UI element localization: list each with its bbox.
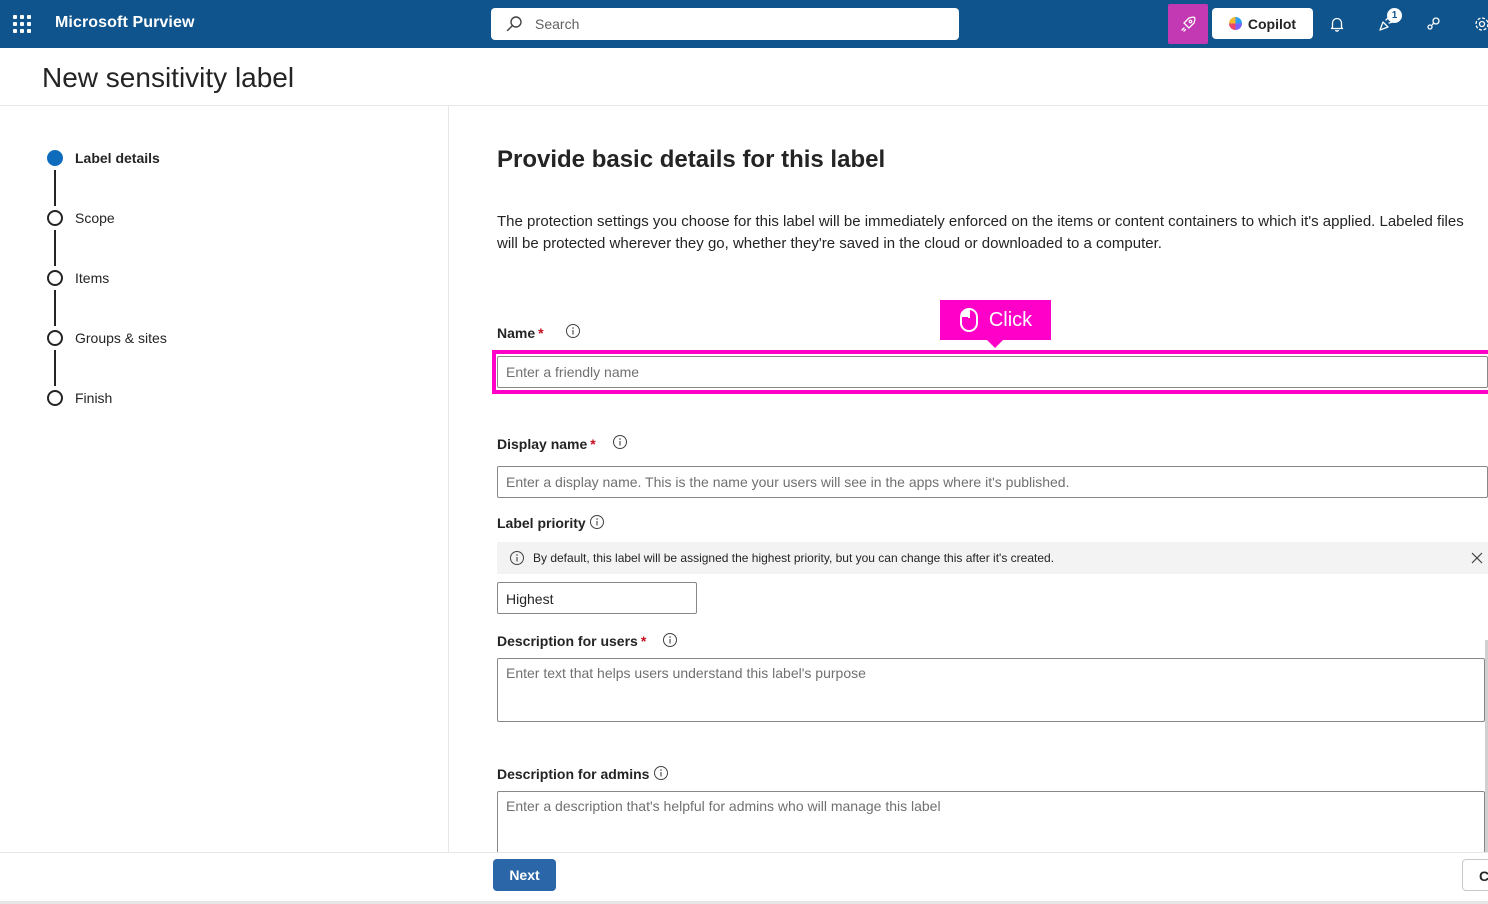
display-name-field-label: Display name * xyxy=(497,436,596,452)
form-title: Provide basic details for this label xyxy=(497,146,886,173)
search-icon xyxy=(506,16,522,32)
form-intro: The protection settings you choose for t… xyxy=(497,213,1464,252)
step-connector xyxy=(54,290,56,326)
display-name-label-text: Display name xyxy=(497,436,588,452)
step-label: Groups & sites xyxy=(75,330,167,346)
copilot-logo-icon xyxy=(1228,17,1242,30)
required-mark: * xyxy=(640,633,647,649)
app-title[interactable]: Microsoft Purview xyxy=(55,14,195,32)
click-annotation: Click xyxy=(940,300,1051,348)
step-connector xyxy=(54,230,56,266)
step-label: Items xyxy=(75,270,110,286)
required-mark: * xyxy=(538,325,544,341)
gear-icon[interactable] xyxy=(1470,12,1488,36)
people-connect-icon[interactable] xyxy=(1422,12,1446,36)
name-label-text: Name xyxy=(497,325,536,341)
description-users-field-label: Description for users * xyxy=(497,633,646,649)
page-title: New sensitivity label xyxy=(42,62,295,93)
step-pending-icon xyxy=(47,210,63,226)
step-pending-icon xyxy=(47,390,63,406)
copilot-label: Copilot xyxy=(1247,15,1297,32)
priority-message-text: By default, this label will be assigned … xyxy=(533,551,1055,565)
display-name-input[interactable] xyxy=(497,466,1488,498)
step-label: Scope xyxy=(75,210,115,226)
description-admins-field-label: Description for admins xyxy=(497,766,650,782)
next-button[interactable]: Next xyxy=(493,859,556,891)
description-admins-textarea[interactable] xyxy=(497,791,1485,861)
pinned-app-button[interactable] xyxy=(1168,4,1208,44)
search-input[interactable] xyxy=(535,8,935,40)
close-icon[interactable] xyxy=(1469,550,1485,566)
click-annotation-label: Click xyxy=(988,308,1033,331)
info-icon[interactable] xyxy=(589,514,605,530)
name-field-label: Name * xyxy=(497,325,544,341)
cancel-button[interactable]: Cancel xyxy=(1462,859,1488,891)
name-input[interactable] xyxy=(497,356,1488,388)
top-bar: Microsoft Purview Copilot 1 xyxy=(0,0,1488,48)
step-label: Label details xyxy=(75,150,160,166)
notification-badge: 1 xyxy=(1387,8,1402,23)
app-launcher-icon[interactable] xyxy=(12,14,32,34)
required-mark: * xyxy=(590,436,596,452)
copilot-button[interactable]: Copilot xyxy=(1212,8,1313,39)
info-icon[interactable] xyxy=(612,434,628,450)
step-label: Finish xyxy=(75,390,113,406)
bell-icon[interactable] xyxy=(1325,12,1349,36)
wizard-footer xyxy=(0,852,1488,904)
mouse-icon xyxy=(959,308,978,332)
step-pending-icon xyxy=(47,330,63,346)
step-current-icon xyxy=(47,150,63,166)
search-box[interactable] xyxy=(491,8,959,40)
info-icon[interactable] xyxy=(565,323,581,339)
priority-select[interactable]: Highest xyxy=(497,582,697,614)
label-priority-field-label: Label priority xyxy=(497,515,586,531)
info-icon[interactable] xyxy=(653,765,669,781)
description-users-textarea[interactable] xyxy=(497,658,1485,722)
priority-message-bar: By default, this label will be assigned … xyxy=(497,542,1488,574)
description-users-label-text: Description for users xyxy=(497,633,638,649)
step-connector xyxy=(54,170,56,206)
whats-new-icon[interactable]: 1 xyxy=(1374,8,1402,36)
step-connector xyxy=(54,350,56,386)
rocket-icon xyxy=(1181,16,1196,32)
info-icon[interactable] xyxy=(662,632,678,648)
wizard-steps-panel xyxy=(0,106,449,852)
step-pending-icon xyxy=(47,270,63,286)
info-icon xyxy=(510,551,524,565)
